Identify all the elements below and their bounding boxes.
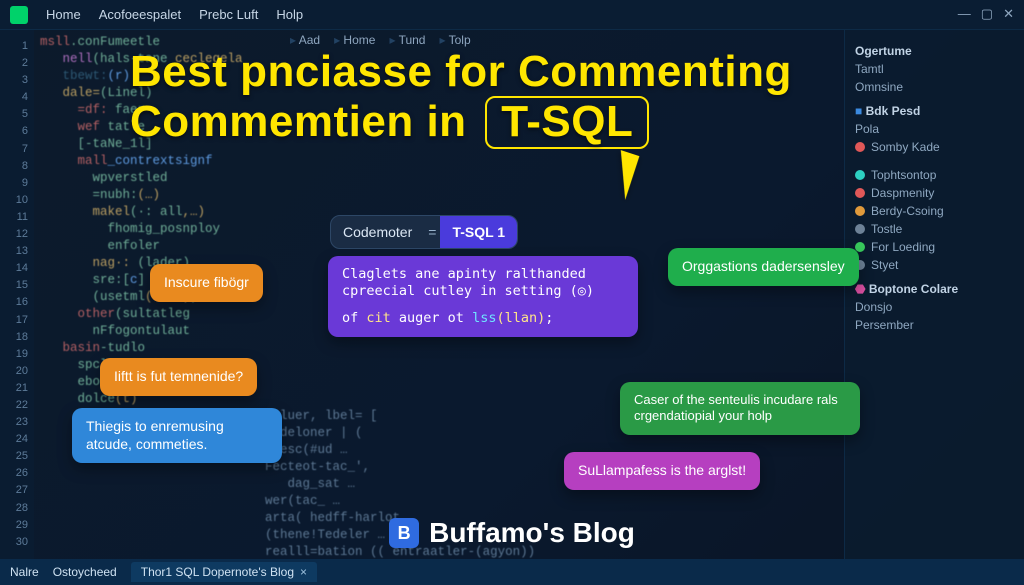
brand-icon: B [389, 518, 419, 548]
speech-tail-icon [607, 150, 640, 200]
callout-blue: Thiegis to enremusing atcude, commeties. [72, 408, 282, 463]
callout-orange-2: Iiftt is fut temnenide? [100, 358, 257, 396]
app-root: Home Acofoeespalet Prebc Luft Holp — ▢ ✕… [0, 0, 1024, 585]
callout-green-top: Orggastions dadersensley [668, 248, 859, 286]
tsql-highlight: T-SQL [485, 96, 649, 150]
callout-orange-1: Inscure fibögr [150, 264, 263, 302]
callout-magenta: SuLlampafess is the arglst! [564, 452, 760, 490]
code-pill: Codemoter = T-SQL 1 [330, 215, 518, 249]
infographic-overlay: Best pnciasse for Commenting Commemtien … [0, 0, 1024, 585]
headline: Best pnciasse for Commenting Commemtien … [130, 48, 794, 149]
callout-purple: Claglets ane apinty ralthanded cpreecial… [328, 256, 638, 337]
callout-green-bottom: Caser of the senteulis incudare rals crg… [620, 382, 860, 435]
brand-footer: B Buffamo's Blog [0, 517, 1024, 549]
